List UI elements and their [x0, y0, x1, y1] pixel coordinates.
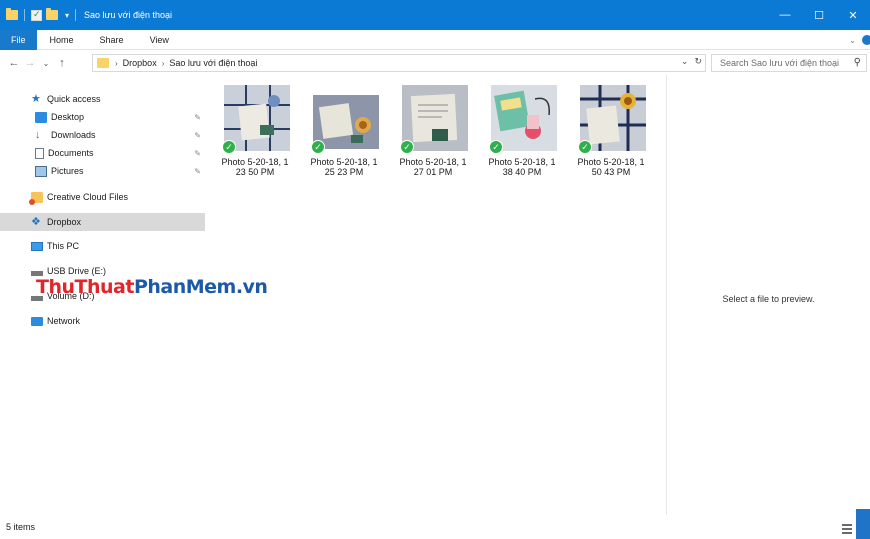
network-icon — [31, 316, 43, 326]
item-count: 5 items — [6, 522, 36, 532]
minimize-button[interactable]: — — [768, 0, 802, 30]
recent-locations-icon[interactable]: ⌄ — [38, 59, 54, 68]
nav-label: This PC — [47, 241, 80, 251]
toolbar-divider — [75, 9, 77, 21]
file-tile[interactable]: ✓ Photo 5-20-18, 1 23 50 PM — [210, 75, 300, 183]
folder-icon[interactable] — [6, 8, 18, 20]
nav-label: USB Drive (E:) — [47, 266, 107, 276]
address-bar-controls: ⌄ ↻ — [681, 56, 702, 67]
ribbon-tabs: File Home Share View ⌄ — [0, 29, 870, 50]
nav-creative-cloud[interactable]: Creative Cloud Files — [0, 188, 205, 206]
close-button[interactable]: ✕ — [836, 0, 870, 30]
breadcrumb-separator-icon[interactable]: › — [115, 59, 118, 68]
file-name: Photo 5-20-18, 1 23 50 PM — [221, 157, 289, 177]
ribbon-right-controls: ⌄ — [849, 30, 870, 50]
quick-access-toolbar: ▾ — [0, 8, 78, 21]
preview-message: Select a file to preview. — [722, 294, 815, 304]
document-icon — [35, 147, 44, 159]
help-icon[interactable] — [862, 35, 870, 45]
folder-icon — [97, 58, 109, 68]
nav-this-pc[interactable]: This PC — [0, 237, 205, 255]
nav-label: Downloads — [51, 130, 96, 140]
customize-toolbar-icon[interactable]: ▾ — [65, 11, 69, 20]
nav-documents[interactable]: Documents ✎ — [0, 144, 205, 162]
address-bar[interactable]: › Dropbox › Sao lưu với điện thoại ⌄ ↻ — [92, 54, 706, 72]
window-title: Sao lưu với điện thoại — [84, 10, 172, 20]
nav-label: Creative Cloud Files — [47, 192, 129, 202]
nav-label: Quick access — [47, 94, 101, 104]
breadcrumb-separator-icon[interactable]: › — [162, 59, 165, 68]
pin-icon[interactable]: ✎ — [194, 167, 201, 176]
nav-label: Network — [47, 316, 81, 326]
file-name: Photo 5-20-18, 1 38 40 PM — [488, 157, 556, 177]
sync-status-check-icon: ✓ — [400, 140, 414, 154]
nav-label: Dropbox — [47, 217, 82, 227]
pin-icon[interactable]: ✎ — [194, 131, 201, 140]
desktop-icon — [35, 111, 47, 123]
nav-quick-access[interactable]: ★ Quick access — [0, 90, 205, 108]
dropbox-icon: ❖ — [31, 215, 41, 228]
up-arrow-icon[interactable]: ↑ — [54, 57, 70, 69]
forward-arrow-icon[interactable]: → — [22, 57, 38, 69]
file-name: Photo 5-20-18, 1 27 01 PM — [399, 157, 467, 177]
nav-label: Desktop — [51, 112, 85, 122]
sync-status-check-icon: ✓ — [222, 140, 236, 154]
download-arrow-icon: ↓ — [35, 128, 41, 141]
pin-icon[interactable]: ✎ — [194, 113, 201, 122]
creative-cloud-icon — [29, 191, 43, 205]
status-bar: 5 items — [0, 515, 870, 539]
properties-icon[interactable] — [31, 9, 42, 21]
file-tile[interactable]: ✓ Photo 5-20-18, 1 38 40 PM — [477, 75, 567, 183]
nav-label: Pictures — [51, 166, 84, 176]
usb-drive-icon — [31, 270, 43, 276]
large-icons-view-button[interactable] — [856, 509, 870, 539]
maximize-button[interactable]: ☐ — [802, 0, 836, 30]
toolbar-divider — [24, 9, 25, 21]
new-folder-icon[interactable] — [46, 8, 58, 20]
address-row: ← → ⌄ ↑ › Dropbox › Sao lưu với điện tho… — [0, 51, 870, 75]
nav-desktop[interactable]: Desktop ✎ — [0, 108, 205, 126]
breadcrumb-dropbox[interactable]: Dropbox — [123, 58, 157, 68]
details-view-icon[interactable] — [842, 524, 852, 534]
tab-share[interactable]: Share — [87, 30, 137, 50]
file-tile[interactable]: ✓ Photo 5-20-18, 1 50 43 PM — [566, 75, 656, 183]
nav-pictures[interactable]: Pictures ✎ — [0, 162, 205, 180]
pin-icon[interactable]: ✎ — [194, 149, 201, 158]
breadcrumb-current-folder[interactable]: Sao lưu với điện thoại — [169, 58, 257, 68]
file-tile[interactable]: ✓ Photo 5-20-18, 1 25 23 PM — [299, 75, 389, 183]
nav-label: Documents — [48, 148, 94, 158]
address-dropdown-icon[interactable]: ⌄ — [681, 56, 689, 67]
file-name: Photo 5-20-18, 1 25 23 PM — [310, 157, 378, 177]
sync-status-check-icon: ✓ — [489, 140, 503, 154]
sync-status-check-icon: ✓ — [578, 140, 592, 154]
file-tile[interactable]: ✓ Photo 5-20-18, 1 27 01 PM — [388, 75, 478, 183]
tab-home[interactable]: Home — [37, 30, 87, 50]
pictures-icon — [35, 165, 47, 177]
back-arrow-icon[interactable]: ← — [6, 57, 22, 69]
star-icon: ★ — [31, 92, 41, 105]
search-icon[interactable]: ⚲ — [854, 57, 861, 68]
file-name: Photo 5-20-18, 1 50 43 PM — [577, 157, 645, 177]
sync-status-check-icon: ✓ — [311, 140, 325, 154]
watermark-part-1: ThuThuat — [36, 276, 134, 298]
nav-dropbox[interactable]: ❖ Dropbox — [0, 213, 205, 231]
nav-downloads[interactable]: ↓ Downloads ✎ — [0, 126, 205, 144]
window-controls: — ☐ ✕ — [768, 0, 870, 30]
computer-icon — [31, 241, 43, 251]
search-input[interactable]: Search Sao lưu với điện thoại ⚲ — [711, 54, 867, 72]
file-list: ✓ Photo 5-20-18, 1 23 50 PM ✓ Photo 5-20… — [210, 75, 665, 515]
search-placeholder: Search Sao lưu với điện thoại — [720, 58, 839, 68]
tab-file[interactable]: File — [0, 29, 37, 50]
expand-ribbon-icon[interactable]: ⌄ — [849, 36, 856, 45]
photo-thumbnail — [313, 95, 379, 149]
nav-network[interactable]: Network — [0, 312, 205, 330]
tab-view[interactable]: View — [137, 30, 182, 50]
title-bar: ▾ Sao lưu với điện thoại — ☐ ✕ — [0, 0, 870, 30]
refresh-icon[interactable]: ↻ — [694, 56, 702, 67]
